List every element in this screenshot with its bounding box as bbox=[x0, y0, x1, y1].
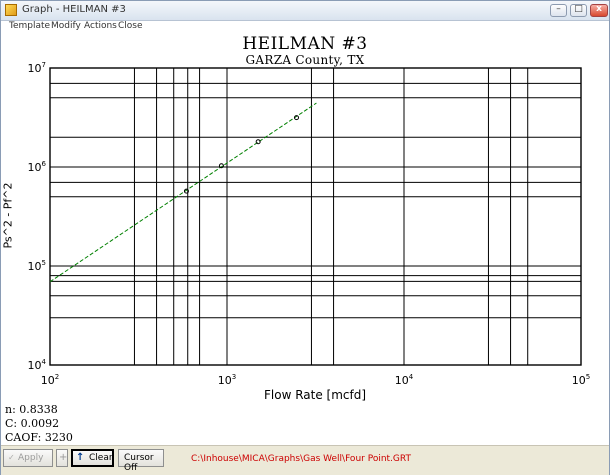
bottom-toolbar: ✓ Apply + ↑ Clear Cursor Off C:\Inhouse\… bbox=[1, 445, 609, 475]
x-axis-label: Flow Rate [mcfd] bbox=[263, 388, 367, 402]
y-tick-label: 106 bbox=[28, 160, 47, 174]
x-tick-label: 102 bbox=[41, 373, 59, 387]
y-tick-label: 107 bbox=[28, 61, 46, 75]
check-icon: ✓ bbox=[8, 453, 15, 462]
y-axis-label: Ps^2 - Pf^2 bbox=[1, 182, 15, 249]
y-tick-label: 104 bbox=[28, 358, 47, 372]
clear-label: Clear bbox=[89, 453, 113, 463]
graph-window: Graph - HEILMAN #3 – □ x Template Modify… bbox=[0, 0, 610, 475]
plot-area-frame bbox=[49, 67, 582, 366]
stat-caof: CAOF: 3230 bbox=[5, 431, 73, 444]
clear-icon: ↑ bbox=[76, 452, 85, 463]
x-tick-label: 105 bbox=[572, 373, 590, 387]
plus-button[interactable]: + bbox=[56, 449, 68, 467]
stat-c: C: 0.0092 bbox=[5, 417, 60, 430]
x-tick-label: 103 bbox=[218, 373, 236, 387]
cursor-off-label: Cursor Off bbox=[124, 453, 154, 473]
x-tick-label: 104 bbox=[395, 373, 414, 387]
y-tick-label: 105 bbox=[28, 259, 46, 273]
plus-label: + bbox=[59, 452, 68, 463]
clear-button[interactable]: ↑ Clear bbox=[71, 449, 114, 467]
apply-label: Apply bbox=[18, 453, 44, 463]
cursor-off-button[interactable]: Cursor Off bbox=[118, 449, 164, 473]
apply-button[interactable]: ✓ Apply bbox=[3, 449, 53, 467]
log-log-plot[interactable]: 102 103 104 105 104 105 106 107 bbox=[1, 1, 609, 441]
template-file-path: C:\Inhouse\MICA\Graphs\Gas Well\Four Poi… bbox=[191, 454, 411, 464]
stat-n: n: 0.8338 bbox=[5, 403, 58, 416]
